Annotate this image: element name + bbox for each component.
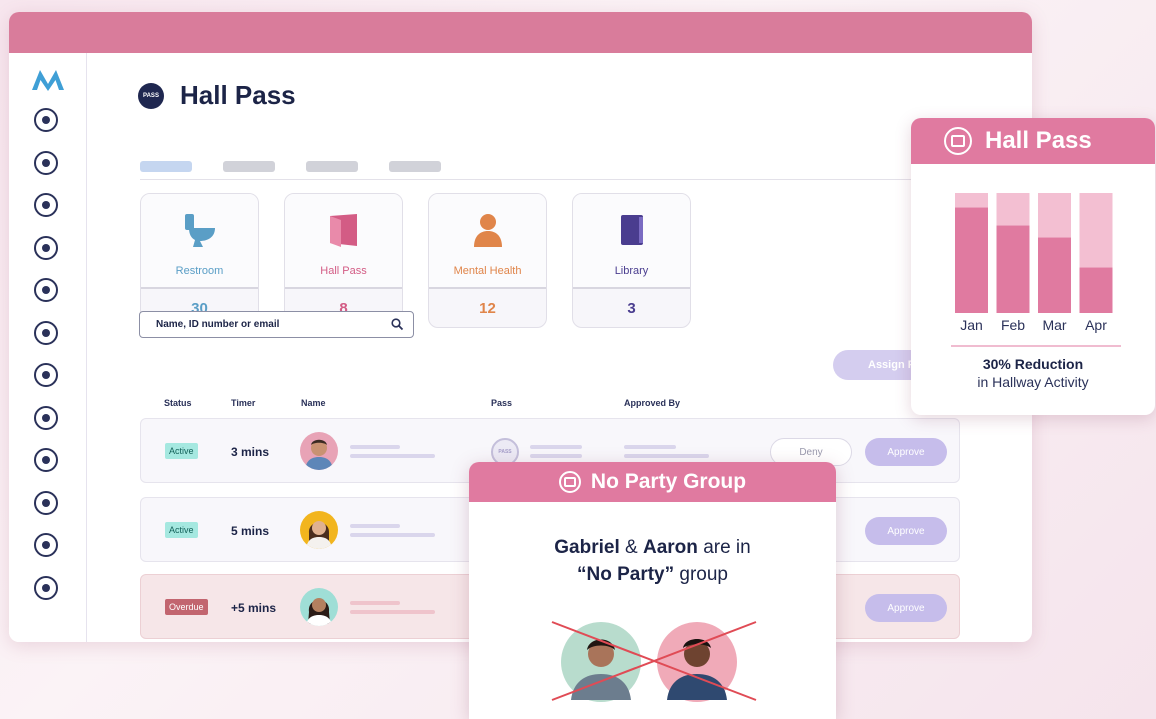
status-badge: Active xyxy=(165,443,198,459)
tick-label: Jan xyxy=(960,317,983,333)
avatar xyxy=(300,511,338,549)
hall-pass-chart: Jan Feb Mar Apr xyxy=(951,193,1121,347)
avatar xyxy=(300,432,338,470)
message-text: are in xyxy=(703,537,751,558)
bar-apr-segment-2 xyxy=(1079,193,1113,268)
tab-4[interactable] xyxy=(389,161,441,172)
timer: 5 mins xyxy=(231,524,270,538)
hall-pass-stats-card: Hall Pass Jan Feb Mar Apr 30% Reduction in … xyxy=(911,118,1155,415)
star-icon[interactable] xyxy=(34,533,58,557)
pass-card-label: Mental Health xyxy=(453,265,522,277)
no-party-group-card: No Party Group Gabriel & Aaron are in “N… xyxy=(469,462,836,719)
tick-label: Feb xyxy=(1001,317,1025,333)
pass-card-label: Hall Pass xyxy=(320,265,367,277)
message-text: group xyxy=(679,564,729,585)
hall-pass-card-title: Hall Pass xyxy=(985,127,1092,154)
timer: 3 mins xyxy=(231,445,270,459)
pass-card-count: 3 xyxy=(627,300,636,317)
blocked-students xyxy=(551,621,757,702)
bar-feb-segment-1 xyxy=(996,225,1030,313)
wrench-icon[interactable] xyxy=(34,235,58,260)
header-status: Status xyxy=(164,398,192,408)
student-name-1: Gabriel xyxy=(554,537,620,558)
pass-card-label: Library xyxy=(614,265,649,277)
page-title: Hall Pass xyxy=(180,80,296,110)
id-card-icon[interactable] xyxy=(34,363,58,387)
car-icon[interactable] xyxy=(34,108,58,132)
pass-card-hall-pass[interactable]: Hall Pass 8 xyxy=(284,193,403,328)
top-bar xyxy=(9,12,1032,53)
bar-apr-segment-1 xyxy=(1079,267,1113,313)
header-pass: Pass xyxy=(491,398,513,408)
toilet-icon xyxy=(184,214,215,247)
person-icon xyxy=(473,214,502,247)
pass-type-cards: Restroom 30 Hall Pass 8 Mental Health 12… xyxy=(140,193,691,328)
header-approved-by: Approved By xyxy=(624,398,681,408)
bar-mar-segment-1 xyxy=(1038,237,1071,313)
bar-jan-segment-1 xyxy=(955,207,988,313)
header-name: Name xyxy=(301,398,326,408)
no-party-message: Gabriel & Aaron are in “No Party” group xyxy=(469,534,836,588)
group-icon[interactable] xyxy=(34,193,58,217)
pass-card-library[interactable]: Library 3 xyxy=(572,193,691,328)
header-timer: Timer xyxy=(231,398,256,408)
avatar-student-1 xyxy=(561,622,641,702)
puzzle-icon[interactable] xyxy=(34,490,58,515)
pass-badge-icon: PASS xyxy=(138,82,164,109)
reduction-stat: 30% Reduction xyxy=(982,356,1084,372)
student-name-2: Aaron xyxy=(643,537,698,558)
tab-1[interactable] xyxy=(140,161,192,172)
pass-card-restroom[interactable]: Restroom 30 xyxy=(140,193,259,328)
user-icon[interactable] xyxy=(34,320,58,345)
avatar xyxy=(300,588,338,626)
search-input[interactable] xyxy=(140,312,370,337)
status-badge: Overdue xyxy=(165,599,208,615)
divider xyxy=(140,179,1032,180)
tab-3[interactable] xyxy=(306,161,358,172)
search-icon[interactable] xyxy=(391,318,404,331)
group-name: “No Party” xyxy=(576,564,675,585)
sidebar xyxy=(9,53,87,642)
approve-button[interactable]: Approve xyxy=(865,517,947,545)
tick-label: Apr xyxy=(1085,317,1107,333)
reduction-caption: in Hallway Activity xyxy=(977,374,1089,390)
map-pin-icon[interactable] xyxy=(34,448,58,472)
ampersand: & xyxy=(625,537,638,558)
bar-jan-segment-2 xyxy=(955,193,988,208)
ticket-icon xyxy=(558,471,581,493)
approve-button[interactable]: Approve xyxy=(865,594,947,622)
pass-card-count: 12 xyxy=(479,300,496,317)
bar-mar-segment-2 xyxy=(1038,193,1071,238)
pass-card-mental-health[interactable]: Mental Health 12 xyxy=(428,193,547,328)
pass-card-label: Restroom xyxy=(175,265,224,277)
status-badge: Active xyxy=(165,522,198,538)
settings-icon[interactable] xyxy=(34,278,58,302)
logo-icon xyxy=(32,70,64,91)
clipboard-icon[interactable] xyxy=(34,405,58,430)
tab-2[interactable] xyxy=(223,161,275,172)
bar-feb-segment-2 xyxy=(996,193,1030,226)
dial-icon[interactable] xyxy=(34,575,58,600)
tick-label: Mar xyxy=(1042,317,1066,333)
timer: +5 mins xyxy=(231,601,277,615)
approve-button[interactable]: Approve xyxy=(865,438,947,466)
door-icon xyxy=(329,214,357,247)
book-icon xyxy=(620,215,643,245)
search-box xyxy=(139,311,414,338)
calendar-icon[interactable] xyxy=(34,150,58,175)
tab-bar xyxy=(140,161,441,172)
ticket-icon xyxy=(944,127,972,155)
no-party-card-title: No Party Group xyxy=(590,470,747,493)
